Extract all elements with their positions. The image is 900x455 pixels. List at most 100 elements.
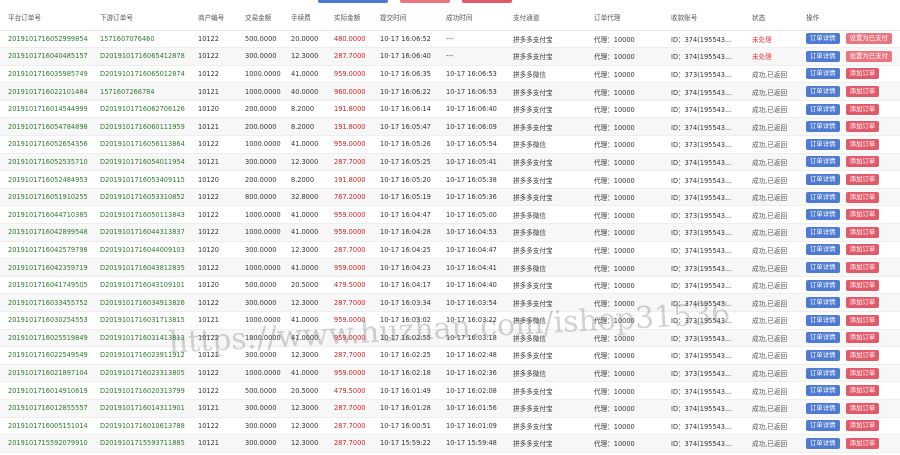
cell-actions: 订单详情 添加订单 (798, 435, 900, 453)
add-order-button[interactable]: 添加订单 (845, 437, 880, 449)
add-order-button[interactable]: 添加订单 (845, 103, 880, 115)
order-detail-button[interactable]: 订单详情 (806, 103, 840, 115)
table-row: 2019101715592079910 D2019101715593711885 1… (0, 434, 900, 453)
cell-fee: 41.0000 (291, 210, 319, 219)
cell-account: ID：373(195543... (671, 317, 732, 326)
order-detail-button[interactable]: 订单详情 (806, 33, 840, 45)
cell-actions: 订单详情 设置为已支付 (798, 48, 900, 66)
order-detail-button[interactable]: 订单详情 (806, 402, 840, 414)
add-order-button[interactable]: 添加订单 (845, 349, 880, 361)
add-order-button[interactable]: 添加订单 (845, 68, 880, 80)
col-real-amount: 实际金额 (326, 5, 372, 31)
cell-fee: 12.3000 (291, 404, 319, 413)
add-order-button[interactable]: 添加订单 (845, 174, 880, 186)
cell-real-amount: 287.7000 (334, 351, 366, 360)
order-detail-button[interactable]: 订单详情 (806, 385, 840, 397)
cell-submit-time: 10-17 16:05:47 (380, 122, 431, 131)
add-order-button[interactable]: 添加订单 (845, 156, 880, 168)
toolbar-button-3[interactable] (462, 0, 512, 3)
cell-real-amount: 479.5000 (334, 281, 366, 290)
order-detail-button[interactable]: 订单详情 (806, 349, 840, 361)
add-order-button[interactable]: 添加订单 (845, 138, 880, 150)
cell-submit-time: 10-17 16:05:20 (380, 175, 431, 184)
cell-merchant-id: 10122 (198, 52, 219, 61)
order-detail-button[interactable]: 订单详情 (806, 156, 840, 168)
cell-actions: 订单详情 添加订单 (798, 171, 900, 189)
order-detail-button[interactable]: 订单详情 (806, 191, 840, 203)
add-order-button[interactable]: 添加订单 (845, 244, 880, 256)
order-detail-button[interactable]: 订单详情 (806, 244, 840, 256)
cell-channel: 拼多多支付宝 (513, 387, 553, 396)
cell-agent: 代理：10000 (594, 387, 635, 396)
cell-status: 成功,已返回 (752, 106, 788, 115)
add-order-button[interactable]: 添加订单 (845, 86, 880, 98)
order-detail-button[interactable]: 订单详情 (806, 50, 840, 62)
order-detail-button[interactable]: 订单详情 (806, 297, 840, 309)
cell-success-time: 10-17 16:04:53 (446, 228, 497, 237)
add-order-button[interactable]: 添加订单 (845, 191, 880, 203)
cell-merchant-id: 10122 (198, 298, 219, 307)
cell-merchant-id: 10122 (198, 210, 219, 219)
cell-downstream-order-id: D2019101716044009103 (100, 245, 185, 254)
order-detail-button[interactable]: 订单详情 (806, 121, 840, 133)
cell-channel: 拼多多微信 (513, 229, 546, 238)
cell-downstream-order-id: D2019101716043812835 (100, 263, 185, 272)
order-detail-button[interactable]: 订单详情 (806, 138, 840, 150)
order-detail-button[interactable]: 订单详情 (806, 86, 840, 98)
add-order-button[interactable]: 添加订单 (845, 297, 880, 309)
cell-amount: 1000.0000 (245, 369, 281, 378)
cell-actions: 订单详情 添加订单 (798, 118, 900, 136)
cell-account: ID：374(195543... (671, 282, 732, 291)
add-order-button[interactable]: 添加订单 (845, 209, 880, 221)
add-order-button[interactable]: 添加订单 (845, 279, 880, 291)
add-order-button[interactable]: 添加订单 (845, 367, 880, 379)
cell-status: 成功,已返回 (752, 405, 788, 414)
cell-fee: 8.2000 (291, 122, 315, 131)
order-detail-button[interactable]: 订单详情 (806, 209, 840, 221)
cell-account: ID：374(195543... (671, 299, 732, 308)
order-detail-button[interactable]: 订单详情 (806, 420, 840, 432)
cell-downstream-order-id: D2019101716065412878 (100, 52, 185, 61)
cell-merchant-id: 10121 (198, 316, 219, 325)
cell-account: ID：373(195543... (671, 229, 732, 238)
order-detail-button[interactable]: 订单详情 (806, 174, 840, 186)
add-order-button[interactable]: 添加订单 (845, 402, 880, 414)
add-order-button[interactable]: 添加订单 (845, 262, 880, 274)
add-order-button[interactable]: 添加订单 (845, 385, 880, 397)
order-detail-button[interactable]: 订单详情 (806, 332, 840, 344)
add-order-button[interactable]: 添加订单 (845, 420, 880, 432)
cell-platform-order-id: 2019101716025519849 (8, 333, 88, 342)
add-order-button[interactable]: 添加订单 (845, 226, 880, 238)
cell-real-amount: 959.0000 (334, 316, 366, 325)
cell-fee: 41.0000 (291, 228, 319, 237)
cell-channel: 拼多多支付宝 (513, 299, 553, 308)
cell-platform-order-id: 2019101716012855557 (8, 404, 88, 413)
order-detail-button[interactable]: 订单详情 (806, 437, 840, 449)
cell-merchant-id: 10120 (198, 245, 219, 254)
add-order-button[interactable]: 添加订单 (845, 332, 880, 344)
cell-account: ID：373(195543... (671, 70, 732, 79)
cell-agent: 代理：10000 (594, 440, 635, 449)
order-detail-button[interactable]: 订单详情 (806, 314, 840, 326)
cell-downstream-order-id: D2019101716050113843 (100, 210, 185, 219)
mark-paid-button[interactable]: 设置为已支付 (845, 50, 892, 62)
order-detail-button[interactable]: 订单详情 (806, 279, 840, 291)
order-detail-button[interactable]: 订单详情 (806, 262, 840, 274)
order-detail-button[interactable]: 订单详情 (806, 226, 840, 238)
mark-paid-button[interactable]: 设置为已支付 (845, 33, 892, 45)
toolbar-button-2[interactable] (400, 0, 450, 3)
cell-amount: 300.0000 (245, 351, 277, 360)
cell-agent: 代理：10000 (594, 422, 635, 431)
cell-channel: 拼多多微信 (513, 264, 546, 273)
cell-account: ID：373(195543... (671, 370, 732, 379)
order-detail-button[interactable]: 订单详情 (806, 367, 840, 379)
cell-actions: 订单详情 添加订单 (798, 224, 900, 242)
table-row: 2019101716025519849 D2019101716031413813 1… (0, 329, 900, 347)
add-order-button[interactable]: 添加订单 (845, 314, 880, 326)
table-row: 2019101716012855557 D2019101716014311901 1… (0, 399, 900, 418)
order-detail-button[interactable]: 订单详情 (806, 68, 840, 80)
add-order-button[interactable]: 添加订单 (845, 121, 880, 133)
cell-merchant-id: 10122 (198, 69, 219, 78)
cell-real-amount: 959.0000 (334, 228, 366, 237)
toolbar-button-1[interactable] (318, 0, 388, 3)
